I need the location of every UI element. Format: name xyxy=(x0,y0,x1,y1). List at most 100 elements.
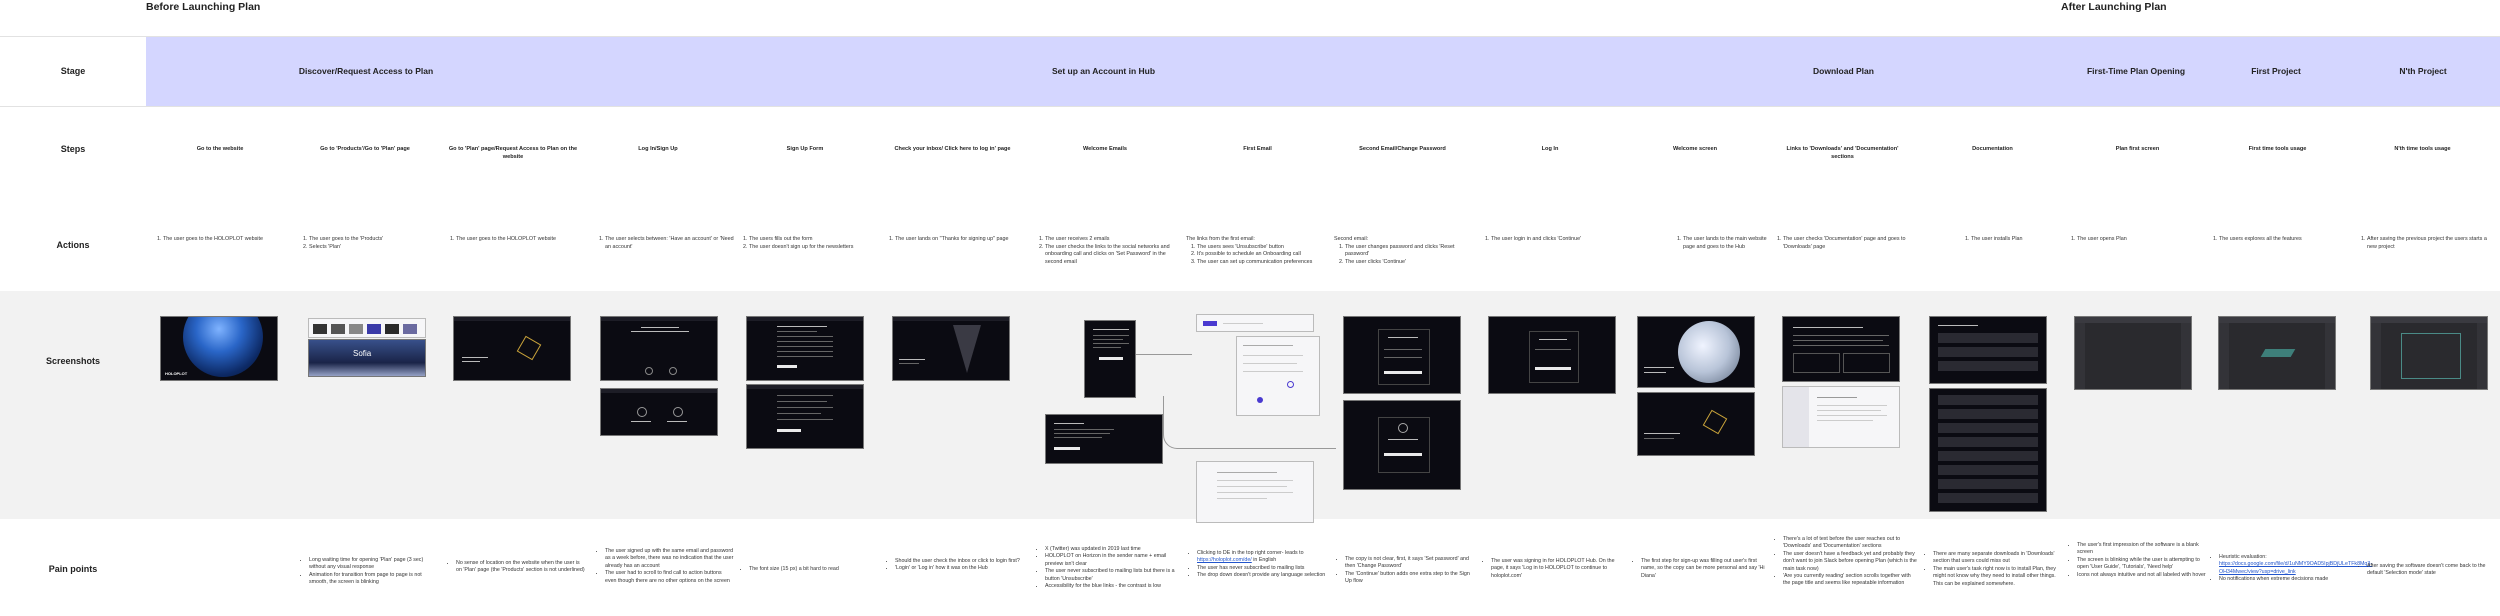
row-label-stage: Stage xyxy=(60,66,86,76)
action-list: The user checks 'Documentation' page and… xyxy=(1772,236,1917,251)
pain-point-item: The user has never subscribed to mailing… xyxy=(1197,565,1331,572)
action-list: The users fills out the formThe user doe… xyxy=(738,236,878,251)
action-cell: The user selects between: 'Have an accou… xyxy=(594,236,734,251)
pain-point-list: There's a lot of text before the user re… xyxy=(1772,536,1917,588)
step-title: Go to the website xyxy=(196,146,244,152)
pain-point-item: The font size (15 px) a bit hard to read xyxy=(749,566,878,573)
pain-point-cell: There are many separate downloads in 'Do… xyxy=(1922,551,2067,588)
pain-point-list: Heuristic evaluation: https://docs.googl… xyxy=(2208,554,2372,584)
screenshot-products-menu xyxy=(308,318,426,338)
step-title: First Email xyxy=(1243,146,1272,152)
stage-download: Download Plan xyxy=(1813,66,1874,76)
action-list: The users sees 'Unsubscribe' buttonIt's … xyxy=(1186,244,1331,267)
step-title: Go to 'Products'/Go to 'Plan' page xyxy=(320,146,410,152)
pain-point-item: Accessibility for the blue links - the c… xyxy=(1045,583,1184,590)
row-label-screenshots: Screenshots xyxy=(45,356,101,366)
journey-board: Stage Steps Actions Screenshots Pain poi… xyxy=(0,36,2500,616)
pain-point-list: The copy is not clear, first, it says 'S… xyxy=(1334,556,1474,586)
pain-point-item: Long waiting time for opening 'Plan' pag… xyxy=(309,557,436,572)
screenshot-welcome-email-2 xyxy=(1045,414,1163,464)
action-cell: The user checks 'Documentation' page and… xyxy=(1772,236,1917,251)
pain-point-cell: Clicking to DE in the top right corner- … xyxy=(1186,550,1331,580)
action-item: The user changes password and clicks 'Re… xyxy=(1345,244,1474,259)
action-list: After saving the previous project the us… xyxy=(2356,236,2498,251)
action-item: The user clicks 'Continue' xyxy=(1345,259,1474,267)
screenshot-email-header xyxy=(1196,314,1314,332)
action-cell: The user goes to the HOLOPLOT website xyxy=(152,236,292,244)
action-list: The user opens Plan xyxy=(2066,236,2201,244)
pain-point-cell: Should the user check the inbox or click… xyxy=(884,558,1024,573)
row-label-steps: Steps xyxy=(60,144,86,154)
screenshot-plan-nth-project xyxy=(2370,316,2488,390)
pain-point-item: The user signed up with the same email a… xyxy=(605,548,734,570)
step-title: Second Email/Change Password xyxy=(1359,146,1446,152)
step-title: Links to 'Downloads' and 'Documentation'… xyxy=(1786,146,1899,160)
screenshot-password-changed xyxy=(1343,400,1461,490)
action-item: The users fills out the form xyxy=(749,236,878,244)
action-cell: The user lands on "Thanks for signing up… xyxy=(884,236,1024,244)
action-item: The user selects between: 'Have an accou… xyxy=(605,236,734,251)
action-item: The user receives 2 emails xyxy=(1045,236,1184,244)
action-cell: The user opens Plan xyxy=(2066,236,2201,244)
screenshot-downloads-list xyxy=(1929,316,2047,384)
stage-nth-project: N'th Project xyxy=(2399,66,2447,76)
action-item: The user checks 'Documentation' page and… xyxy=(1783,236,1917,251)
pain-point-cell: X (Twitter) was updated in 2019 last tim… xyxy=(1034,546,1184,590)
action-item: The user doesn't sign up for the newslet… xyxy=(749,244,878,252)
step-title: Log In/Sign Up xyxy=(638,146,678,152)
action-list: The user login in and clicks 'Continue' xyxy=(1480,236,1625,244)
pain-point-item: Should the user check the inbox or click… xyxy=(895,558,1024,565)
action-item: The user goes to the HOLOPLOT website xyxy=(163,236,292,244)
action-list: The user goes to the HOLOPLOT website xyxy=(445,236,585,244)
screenshot-welcome-screen xyxy=(1637,316,1755,388)
action-list: The user receives 2 emailsThe user check… xyxy=(1034,236,1184,266)
action-cell: The links from the first email: The users… xyxy=(1186,236,1331,266)
pain-point-item: The drop down doesn't provide any langua… xyxy=(1197,572,1331,579)
pain-point-item: The main user's task right now is to ins… xyxy=(1933,566,2067,588)
screenshot-plan-first-screen xyxy=(2074,316,2192,390)
screenshot-welcome-email-1 xyxy=(1084,320,1136,398)
action-cell: Second email: The user changes password a… xyxy=(1334,236,1474,266)
pain-point-item: The 'Continue' button adds one extra ste… xyxy=(1345,571,1474,586)
action-cell: The users explores all the features xyxy=(2208,236,2343,244)
pain-point-cell: Heuristic evaluation: https://docs.googl… xyxy=(2208,554,2372,584)
screenshot-sofia-product: Sofia xyxy=(308,339,426,377)
pain-point-list: The user's first impression of the softw… xyxy=(2066,542,2206,579)
pain-point-item: The user had to scroll to find call to a… xyxy=(605,570,734,585)
pain-point-cell: Long waiting time for opening 'Plan' pag… xyxy=(298,557,436,587)
pain-point-link[interactable]: https://docs.google.com/file/d/1uNMY9OAD… xyxy=(2219,561,2372,574)
pain-point-list: Long waiting time for opening 'Plan' pag… xyxy=(298,557,436,587)
pain-point-item: No notifications when extreme decisions … xyxy=(2219,576,2346,583)
action-item: Selects 'Plan' xyxy=(309,244,433,252)
pain-point-cell: The user was signing in for HOLOPLOT Hub… xyxy=(1480,558,1625,580)
action-cell: The user login in and clicks 'Continue' xyxy=(1480,236,1625,244)
action-item: The user checks the links to the social … xyxy=(1045,244,1184,267)
screenshot-hub-login xyxy=(1488,316,1616,394)
pain-point-item: The user was signing in for HOLOPLOT Hub… xyxy=(1491,558,1625,580)
pain-point-list: Clicking to DE in the top right corner- … xyxy=(1186,550,1331,580)
action-list: The user goes to the HOLOPLOT website xyxy=(152,236,292,244)
screenshot-documentation-page xyxy=(1782,386,1900,448)
pain-point-item: The copy is not clear, first, it says 'S… xyxy=(1345,556,1474,571)
pain-point-item: X (Twitter) was updated in 2019 last tim… xyxy=(1045,546,1184,553)
pain-point-item: Icons not always intuitive and not all l… xyxy=(2077,572,2206,579)
screenshot-signup-form xyxy=(746,316,864,381)
phase-after-label: After Launching Plan xyxy=(2061,1,2167,13)
flow-connector xyxy=(1136,354,1192,355)
step-title: Welcome Emails xyxy=(1082,146,1128,152)
action-cell: The user lands to the main website page … xyxy=(1672,236,1772,251)
pain-point-cell: No sense of location on the website when… xyxy=(445,560,585,575)
screenshot-unsubscribe-page xyxy=(1196,461,1314,523)
pain-point-item: No sense of location on the website when… xyxy=(456,560,585,575)
pain-point-link[interactable]: https://holoplot.com/de/ xyxy=(1197,557,1252,563)
screenshot-website-home: HOLOPLOT xyxy=(160,316,278,381)
pain-point-item: There are many separate downloads in 'Do… xyxy=(1933,551,2067,566)
screenshot-check-inbox xyxy=(892,316,1010,381)
action-list: The user goes to the 'Products'Selects '… xyxy=(298,236,433,251)
pain-point-list: There are many separate downloads in 'Do… xyxy=(1922,551,2067,588)
action-item: The user goes to the 'Products' xyxy=(309,236,433,244)
screenshot-plan-tools xyxy=(2218,316,2336,390)
pain-point-cell: After saving the software doesn't come b… xyxy=(2356,563,2498,578)
action-item: The user goes to the HOLOPLOT website xyxy=(456,236,585,244)
stage-first-project: First Project xyxy=(2251,66,2301,76)
